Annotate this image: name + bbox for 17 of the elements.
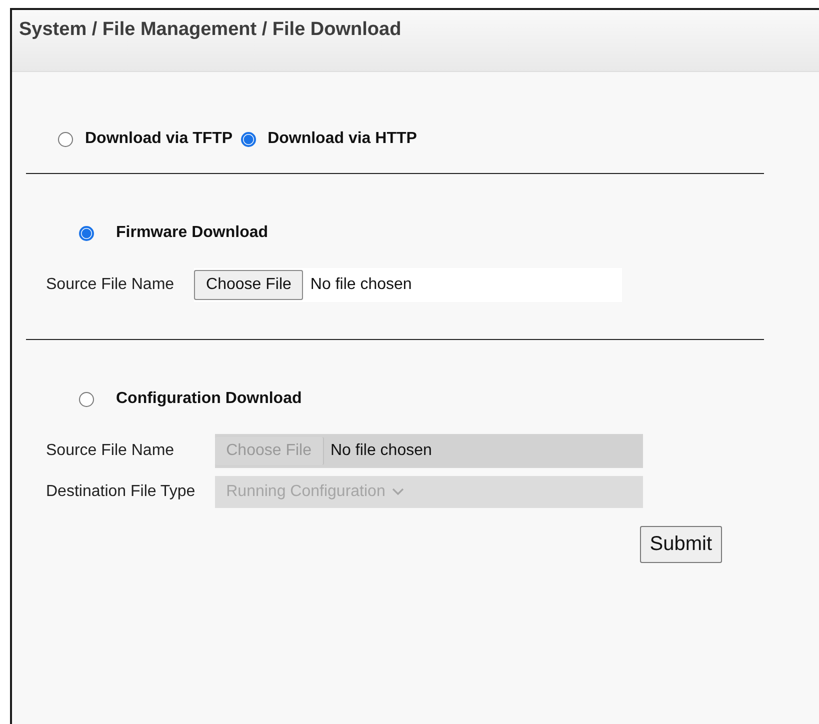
section-title: Configuration Download <box>116 390 302 408</box>
radio-icon[interactable] <box>79 226 94 240</box>
file-status: No file chosen <box>330 442 432 460</box>
chevron-down-icon <box>391 487 406 497</box>
field-label: Source File Name <box>46 276 174 294</box>
field-label: Destination File Type <box>46 483 196 501</box>
page-title: System / File Management / File Download <box>19 19 402 40</box>
submit-button[interactable]: Submit <box>640 526 722 563</box>
choose-file-button[interactable]: Choose File <box>194 270 304 300</box>
protocol-radio[interactable]: Download via TFTP <box>58 130 233 148</box>
radio-icon[interactable] <box>58 132 73 146</box>
file-status: No file chosen <box>310 276 412 294</box>
radio-icon[interactable] <box>240 132 256 146</box>
field-label: Source File Name <box>46 442 176 460</box>
file-input[interactable]: Choose File No file chosen <box>194 268 622 302</box>
protocol-radio[interactable]: Download via HTTP <box>240 130 417 148</box>
section-title: Firmware Download <box>116 224 268 242</box>
